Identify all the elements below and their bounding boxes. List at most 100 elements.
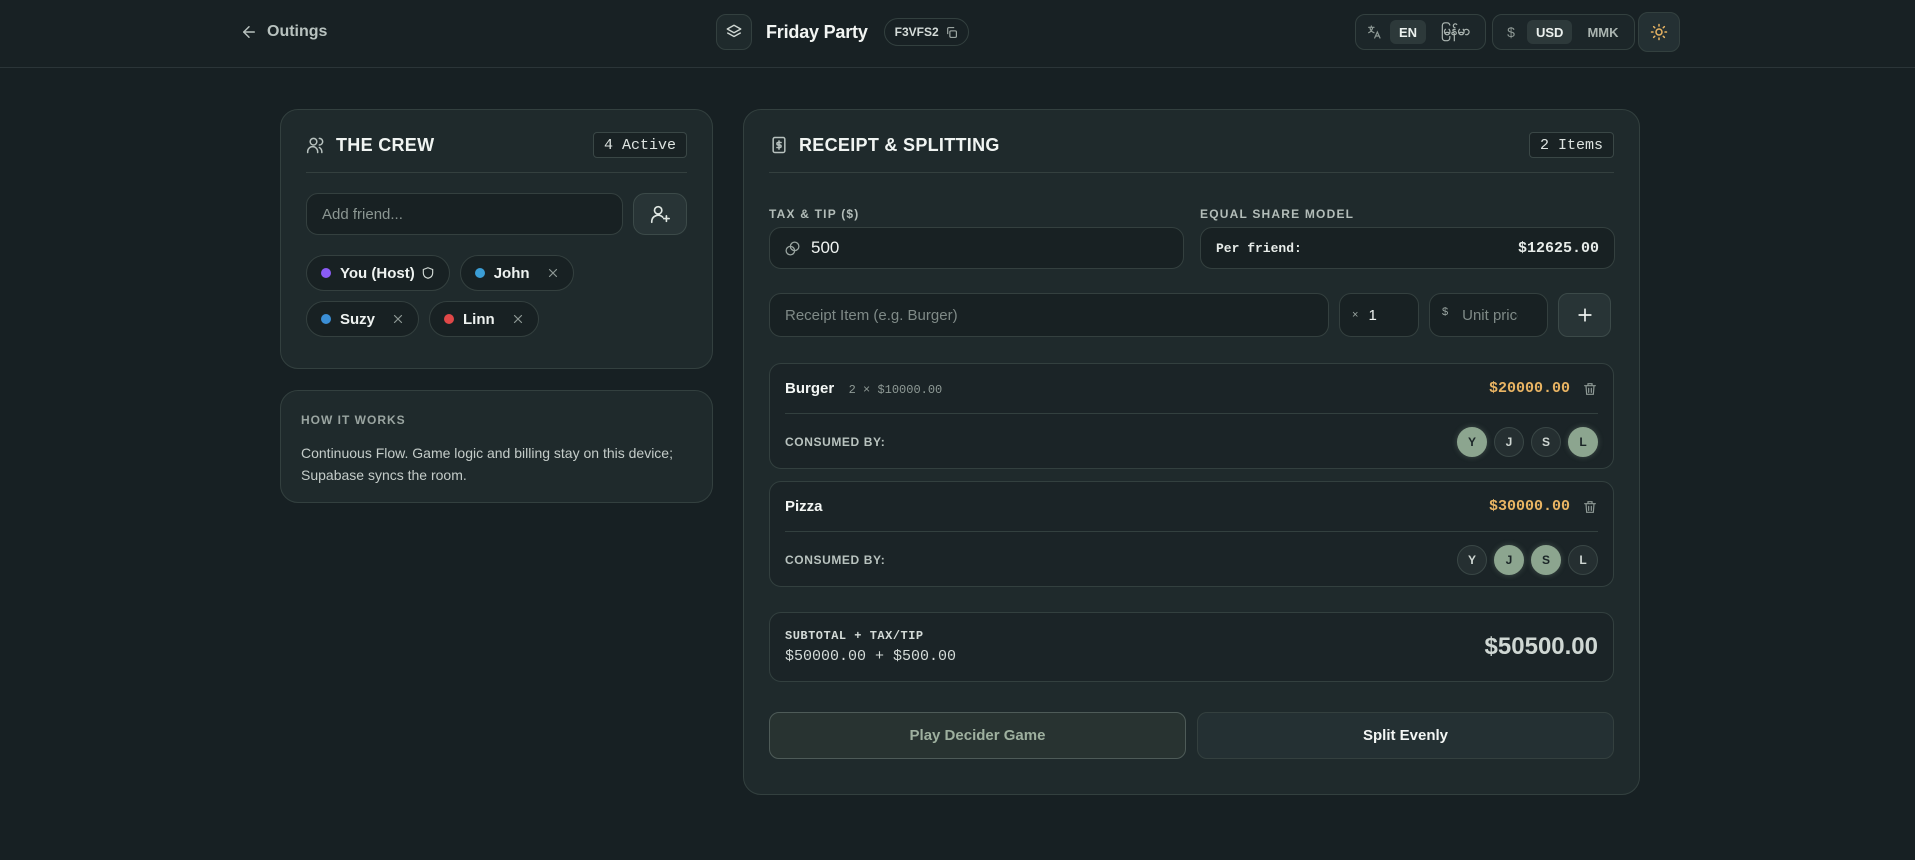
crew-title: THE CREW xyxy=(306,135,434,156)
add-friend-input[interactable] xyxy=(306,193,623,235)
per-friend-label: Per friend: xyxy=(1216,240,1302,256)
users-icon xyxy=(306,137,324,154)
receipt-item-input[interactable]: Receipt Item (e.g. Burger) xyxy=(769,293,1329,337)
copy-icon xyxy=(946,26,957,38)
layers-icon xyxy=(716,14,752,50)
how-title: HOW IT WORKS xyxy=(301,413,406,427)
consumed-by-label: CONSUMED BY: xyxy=(785,434,886,449)
sun-icon xyxy=(1650,23,1668,41)
member-chip-suzy: Suzy xyxy=(306,301,420,337)
tax-label: TAX & TIP ($) xyxy=(769,207,860,221)
currency-mmk[interactable]: MMK xyxy=(1578,20,1627,44)
quantity-value: 1 xyxy=(1368,306,1377,324)
item-meta: 2 × $10000.00 xyxy=(848,382,943,397)
crew-title-text: THE CREW xyxy=(336,134,435,155)
remove-member-icon[interactable] xyxy=(547,267,559,279)
unit-price-input[interactable]: $ Unit price xyxy=(1429,293,1548,337)
member-color-dot xyxy=(321,268,331,278)
grand-total: $50500.00 xyxy=(1484,633,1598,660)
new-item-row: Receipt Item (e.g. Burger) × 1 $ Unit pr… xyxy=(769,293,1614,337)
per-friend-value: $12625.00 xyxy=(1517,239,1599,257)
room-code-copy-button[interactable]: F3VFS2 xyxy=(883,18,969,46)
currency-switcher: $ USD MMK xyxy=(1492,14,1635,50)
receipt-item-pizza: Pizza $30000.00 CONSUMED BY: Y J S L xyxy=(769,481,1614,587)
receipt-item-burger: Burger 2 × $10000.00 $20000.00 CONSUMED … xyxy=(769,363,1614,469)
currency-usd[interactable]: USD xyxy=(1527,20,1573,44)
item-count-badge: 2 Items xyxy=(1528,132,1614,158)
item-total: $30000.00 xyxy=(1488,498,1570,515)
consumer-toggle-j[interactable]: J xyxy=(1494,426,1524,457)
receipt-icon xyxy=(772,136,786,154)
back-label: Outings xyxy=(267,23,328,40)
tax-value: 500 xyxy=(811,238,840,257)
member-chip-you: You (Host) xyxy=(306,255,450,291)
plus-icon xyxy=(1577,308,1592,322)
active-count-badge: 4 Active xyxy=(592,132,687,158)
language-switcher: EN မြန်မာ xyxy=(1355,14,1487,50)
consumer-toggle-y[interactable]: Y xyxy=(1457,426,1487,457)
member-name: Suzy xyxy=(340,310,376,328)
consumer-toggle-l[interactable]: L xyxy=(1568,544,1598,575)
crew-members: You (Host) John Suzy Linn xyxy=(306,255,606,337)
member-color-dot xyxy=(321,314,331,324)
member-name: Linn xyxy=(463,310,495,328)
play-decider-game-button[interactable]: Play Decider Game xyxy=(769,712,1186,759)
unit-price-placeholder: Unit price xyxy=(1462,306,1518,324)
language-my[interactable]: မြန်မာ xyxy=(1432,20,1479,44)
subtotal-calc: $50000.00 + $500.00 xyxy=(785,648,957,665)
member-chip-linn: Linn xyxy=(429,301,539,337)
arrow-left-icon xyxy=(243,26,255,38)
member-name: You (Host) xyxy=(340,264,415,282)
translate-icon xyxy=(1368,25,1381,39)
item-name: Pizza xyxy=(785,497,823,515)
consumer-toggle-j[interactable]: J xyxy=(1494,544,1524,575)
receipt-card: RECEIPT & SPLITTING 2 Items TAX & TIP ($… xyxy=(743,109,1640,795)
per-friend-box: Per friend: $12625.00 xyxy=(1200,227,1615,269)
tax-tip-input[interactable]: 500 xyxy=(769,227,1184,269)
user-plus-icon xyxy=(650,205,670,224)
add-item-button[interactable] xyxy=(1558,293,1611,337)
quantity-prefix: × xyxy=(1352,309,1359,321)
room-title: Friday Party xyxy=(766,21,868,42)
remove-member-icon[interactable] xyxy=(512,313,524,325)
item-total: $20000.00 xyxy=(1488,380,1570,397)
consumer-toggle-l[interactable]: L xyxy=(1568,426,1598,457)
crew-card: THE CREW 4 Active You (Host) John Suzy L… xyxy=(280,109,713,369)
trash-icon[interactable] xyxy=(1582,381,1598,397)
consumer-toggles: Y J S L xyxy=(1457,544,1598,575)
member-name: John xyxy=(493,264,530,282)
back-to-outings-link[interactable]: Outings xyxy=(240,20,327,44)
shield-icon xyxy=(422,267,433,279)
theme-toggle-button[interactable] xyxy=(1638,12,1680,52)
room-code: F3VFS2 xyxy=(894,25,939,39)
quantity-input[interactable]: × 1 xyxy=(1339,293,1419,337)
trash-icon[interactable] xyxy=(1582,499,1598,515)
top-bar: Outings Friday Party F3VFS2 EN မြန်မာ $ … xyxy=(0,0,1915,68)
consumer-toggles: Y J S L xyxy=(1457,426,1598,457)
subtotal-label: SUBTOTAL + TAX/TIP xyxy=(785,629,924,643)
how-text: Continuous Flow. Game logic and billing … xyxy=(301,445,673,483)
share-model-label: EQUAL SHARE MODEL xyxy=(1200,207,1355,221)
member-color-dot xyxy=(444,314,455,324)
consumed-by-label: CONSUMED BY: xyxy=(785,552,886,567)
subtotal-summary: SUBTOTAL + TAX/TIP $50000.00 + $500.00 $… xyxy=(769,612,1614,682)
add-friend-button[interactable] xyxy=(633,193,687,235)
divider xyxy=(306,172,687,173)
how-it-works-card: HOW IT WORKS Continuous Flow. Game logic… xyxy=(280,390,713,503)
member-color-dot xyxy=(474,268,485,278)
receipt-title: RECEIPT & SPLITTING xyxy=(769,135,1000,156)
coins-icon xyxy=(785,240,800,256)
split-evenly-button[interactable]: Split Evenly xyxy=(1197,712,1614,759)
consumer-toggle-y[interactable]: Y xyxy=(1457,544,1487,575)
receipt-title-text: RECEIPT & SPLITTING xyxy=(799,134,1000,155)
consumer-toggle-s[interactable]: S xyxy=(1531,426,1561,457)
dollar-icon: $ xyxy=(1507,24,1515,40)
member-chip-john: John xyxy=(459,255,574,291)
language-en[interactable]: EN xyxy=(1390,20,1427,44)
room-info: Friday Party F3VFS2 xyxy=(716,14,969,50)
item-name: Burger xyxy=(785,379,835,397)
consumer-toggle-s[interactable]: S xyxy=(1531,544,1561,575)
remove-member-icon[interactable] xyxy=(392,313,404,325)
price-prefix: $ xyxy=(1442,306,1449,318)
divider xyxy=(769,172,1614,173)
